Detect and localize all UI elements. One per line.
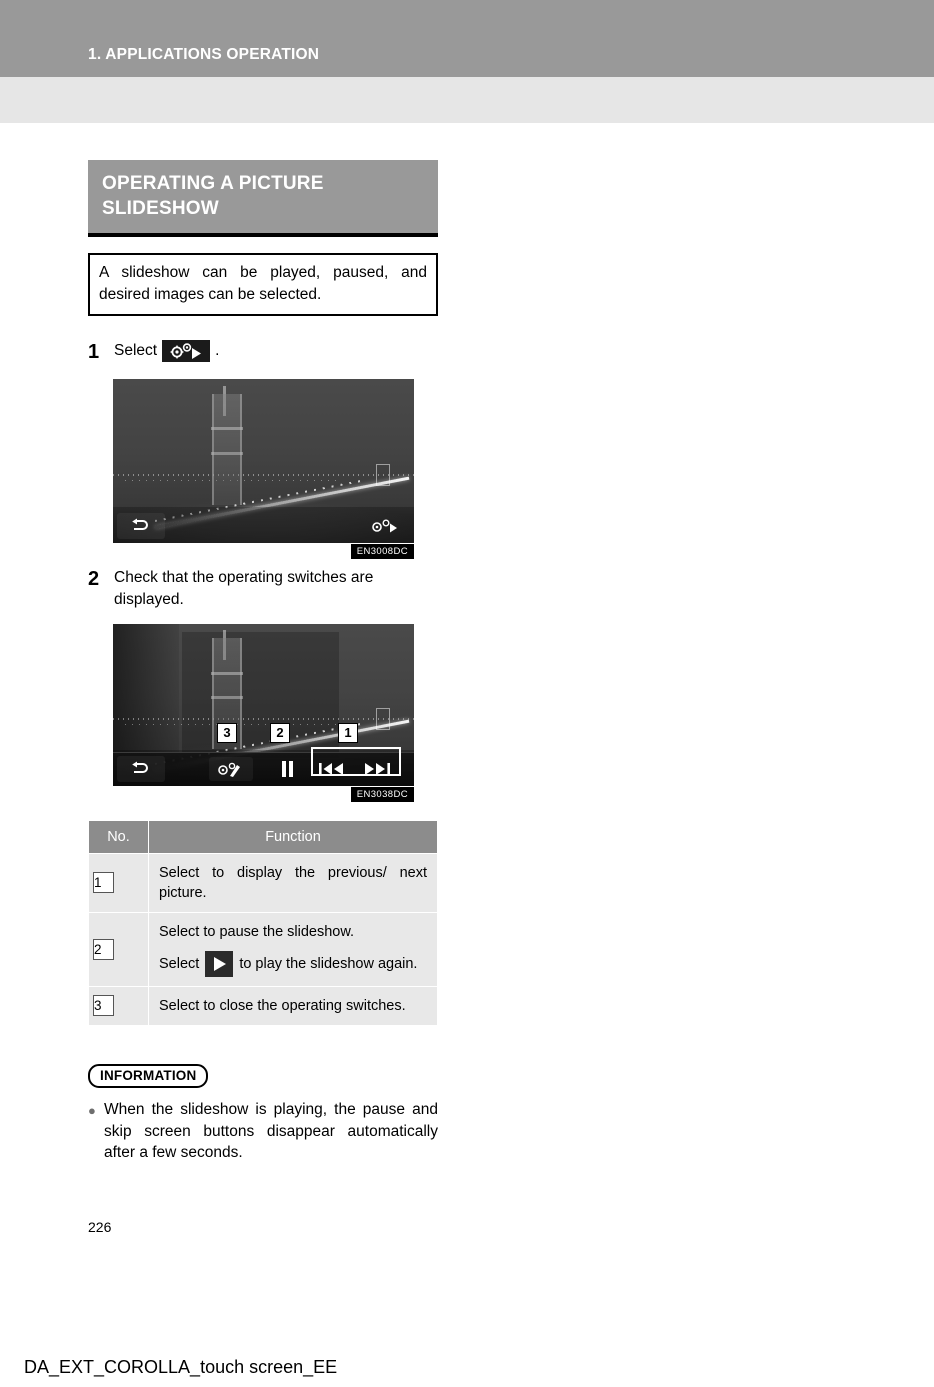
back-arrow-icon[interactable] — [117, 755, 165, 782]
section-title-bar: OPERATING A PICTURE SLIDESHOW — [88, 160, 438, 238]
pause-icon[interactable] — [273, 758, 301, 780]
table-row-2-no: 2 — [88, 911, 149, 987]
table-row-2-line-1: Select to pause the slideshow. — [159, 923, 355, 940]
figure-1-id: EN3008DC — [350, 544, 414, 560]
chapter-title: 1. APPLICATIONS OPERATION — [88, 46, 320, 63]
table-row-2-text-after: to play the slideshow again. — [239, 955, 418, 972]
figure-2-id: EN3038DC — [350, 786, 414, 802]
step-1-text-before: Select — [114, 342, 158, 360]
bullet-icon: ● — [88, 1102, 96, 1118]
table-row-1-line-1: Select to display the previous/ next pic… — [159, 864, 427, 901]
num-box-3: 3 — [93, 995, 114, 1017]
document-id: DA_EXT_COROLLA_touch screen_EE — [24, 1357, 338, 1377]
table-row-2-text-before: Select — [159, 955, 200, 972]
pause-bar-right — [288, 760, 293, 777]
page-number: 226 — [88, 1219, 112, 1235]
information-block: INFORMATION ● When the slideshow is play… — [88, 1063, 438, 1164]
section-description-text: A slideshow can be played, paused, and d… — [99, 264, 427, 304]
manual-page: 1. APPLICATIONS OPERATION OPERATING A PI… — [0, 0, 934, 1387]
information-item-text: When the slideshow is playing, the pause… — [104, 1100, 438, 1162]
figure-2: 3 2 1 EN3038DC — [113, 623, 414, 802]
section-description-box: A slideshow can be played, paused, and d… — [88, 253, 438, 317]
callout-2: 2 — [270, 722, 290, 743]
screen-slideshow-idle — [113, 379, 414, 544]
page-header-subband — [0, 77, 934, 123]
table-row: 2 Select to pause the slideshow. Select … — [88, 911, 438, 987]
table-row-2-function: Select to pause the slideshow. Select to… — [148, 911, 438, 987]
city-lights-line — [113, 474, 414, 477]
function-table: No. Function 1 Select to display the pre… — [88, 819, 438, 1026]
step-2-number: 2 — [88, 568, 100, 591]
step-1-body: Select . — [114, 340, 438, 363]
information-badge: INFORMATION — [88, 1063, 209, 1088]
step-2: 2 Check that the operating switches are … — [88, 567, 438, 610]
content-column: OPERATING A PICTURE SLIDESHOW A slidesho… — [88, 160, 438, 1164]
step-1-number: 1 — [88, 341, 100, 364]
screen1-control-bar — [113, 509, 414, 543]
slideshow-settings-icon[interactable] — [364, 514, 408, 538]
slideshow-settings-icon — [162, 340, 211, 363]
step-2-text: Check that the operating switches are di… — [114, 569, 374, 608]
callout-3: 3 — [217, 722, 237, 743]
step-1: 1 Select . — [88, 340, 438, 365]
slideshow-settings-icon[interactable] — [209, 756, 253, 781]
table-row-3-function: Select to close the operating switches. — [148, 985, 438, 1026]
screen-slideshow-controls: 3 2 1 — [113, 623, 414, 786]
table-header-row: No. Function — [88, 819, 438, 854]
table-row-3-line-1: Select to close the operating switches. — [159, 997, 406, 1014]
information-item: ● When the slideshow is playing, the pau… — [88, 1099, 438, 1164]
page-header-band — [0, 0, 934, 77]
table-row: 3 Select to close the operating switches… — [88, 985, 438, 1026]
table-row-2-line-2: Select to play the slideshow again. — [159, 950, 427, 977]
callout-1-bracket — [311, 746, 401, 776]
back-arrow-icon[interactable] — [117, 513, 165, 540]
table-row-1-function: Select to display the previous/ next pic… — [148, 852, 438, 913]
table-row: 1 Select to display the previous/ next p… — [88, 852, 438, 913]
bridge-tower — [211, 393, 244, 506]
callout-1: 1 — [338, 722, 358, 743]
play-icon — [205, 950, 234, 977]
step-1-text-after: . — [215, 342, 220, 360]
table-row-3-no: 3 — [88, 985, 149, 1026]
num-box-2: 2 — [93, 938, 114, 960]
table-header-no: No. — [88, 819, 149, 854]
table-row-1-no: 1 — [88, 852, 149, 913]
pause-bar-left — [281, 760, 286, 777]
table-header-function: Function — [148, 819, 438, 854]
num-box-1: 1 — [93, 872, 114, 894]
section-title-text: OPERATING A PICTURE SLIDESHOW — [102, 173, 324, 220]
figure-1: EN3008DC — [113, 379, 414, 560]
city-lights-line — [113, 717, 414, 720]
